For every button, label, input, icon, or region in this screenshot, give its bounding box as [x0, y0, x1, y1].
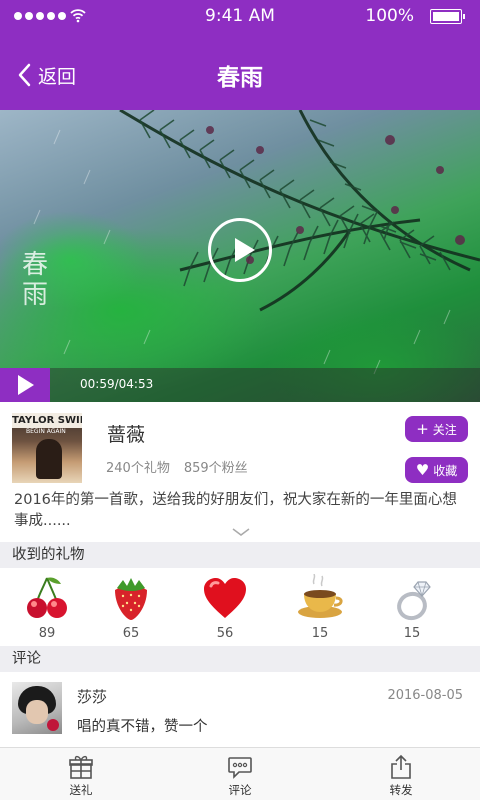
gift-item-ring[interactable]: 15 — [382, 574, 442, 641]
tab-label-comment: 评论 — [228, 783, 252, 797]
ring-icon — [397, 581, 431, 621]
artist-name[interactable]: 蔷薇 — [107, 420, 145, 447]
favorite-label: 收藏 — [433, 463, 458, 478]
commenter-name[interactable]: 莎莎 — [77, 686, 107, 707]
avatar[interactable] — [12, 682, 62, 734]
comment-text: 唱的真不错，赞一个 — [77, 719, 208, 735]
play-button[interactable] — [0, 368, 50, 402]
status-bar: 9:41 AM 100% — [0, 0, 480, 32]
tab-share[interactable]: 转发 — [361, 754, 441, 798]
song-description: 2016年的第一首歌，送给我的好朋友们，祝大家在新的一年里面心想事成...... — [14, 492, 457, 529]
gift-count: 240个礼物 — [106, 461, 170, 476]
tab-label-share: 转发 — [389, 783, 413, 797]
bottom-tab-bar: 送礼 评论 转发 — [0, 747, 480, 800]
follow-button[interactable]: + 关注 — [405, 416, 468, 442]
fan-count: 859个粉丝 — [183, 461, 248, 476]
chevron-down-icon[interactable] — [232, 527, 250, 537]
heart-icon — [204, 578, 246, 618]
gift-count-coffee: 15 — [311, 626, 329, 641]
header-bar: 9:41 AM 100% 返回 春雨 — [0, 0, 480, 110]
page-title: 春雨 — [217, 65, 263, 91]
gift-count-strawberry: 65 — [122, 626, 140, 641]
video-time: 00:59/04:53 — [80, 377, 154, 391]
cherry-icon — [27, 577, 67, 618]
video-player[interactable]: 春雨 00:59/04:53 — [0, 110, 480, 402]
gift-item-coffee[interactable]: 15 — [290, 574, 350, 641]
gift-count-ring: 15 — [403, 626, 421, 641]
favorite-button[interactable]: ♥ 收藏 — [405, 457, 468, 483]
comment-date: 2016-08-05 — [387, 688, 463, 703]
album-cover[interactable]: TAYLOR SWIFT BEGIN AGAIN — [12, 413, 82, 483]
gift-item-cherry[interactable]: 89 — [17, 574, 77, 641]
follow-label: 关注 — [432, 422, 457, 437]
share-icon — [391, 754, 411, 779]
gift-item-strawberry[interactable]: 65 — [101, 574, 161, 641]
video-overlay-text: 春雨 — [22, 250, 49, 310]
tab-comment[interactable]: 评论 — [200, 754, 280, 798]
album-cover-subtitle: BEGIN AGAIN — [26, 428, 66, 435]
heart-icon: ♥ — [415, 460, 430, 479]
comments-section-header: 评论 — [0, 646, 480, 672]
battery-percentage: 100% — [365, 6, 414, 26]
tab-send-gift[interactable]: 送礼 — [41, 754, 121, 798]
gift-count-heart: 56 — [216, 626, 234, 641]
tab-label-send-gift: 送礼 — [69, 783, 93, 797]
plus-icon: + — [416, 419, 429, 438]
gifts-section-header: 收到的礼物 — [0, 542, 480, 568]
album-cover-title: TAYLOR SWIFT — [12, 413, 82, 428]
play-button-large[interactable] — [208, 218, 272, 282]
video-control-bar: 00:59/04:53 — [0, 368, 480, 402]
gift-count-cherry: 89 — [38, 626, 56, 641]
gift-item-heart[interactable]: 56 — [195, 574, 255, 641]
comment-icon — [228, 757, 252, 779]
album-cover-figure — [36, 439, 62, 479]
coffee-icon — [298, 574, 343, 618]
gift-icon — [69, 755, 93, 779]
strawberry-icon — [115, 578, 147, 620]
artist-stats: 240个礼物 859个粉丝 — [106, 457, 248, 476]
battery-icon — [430, 9, 465, 24]
